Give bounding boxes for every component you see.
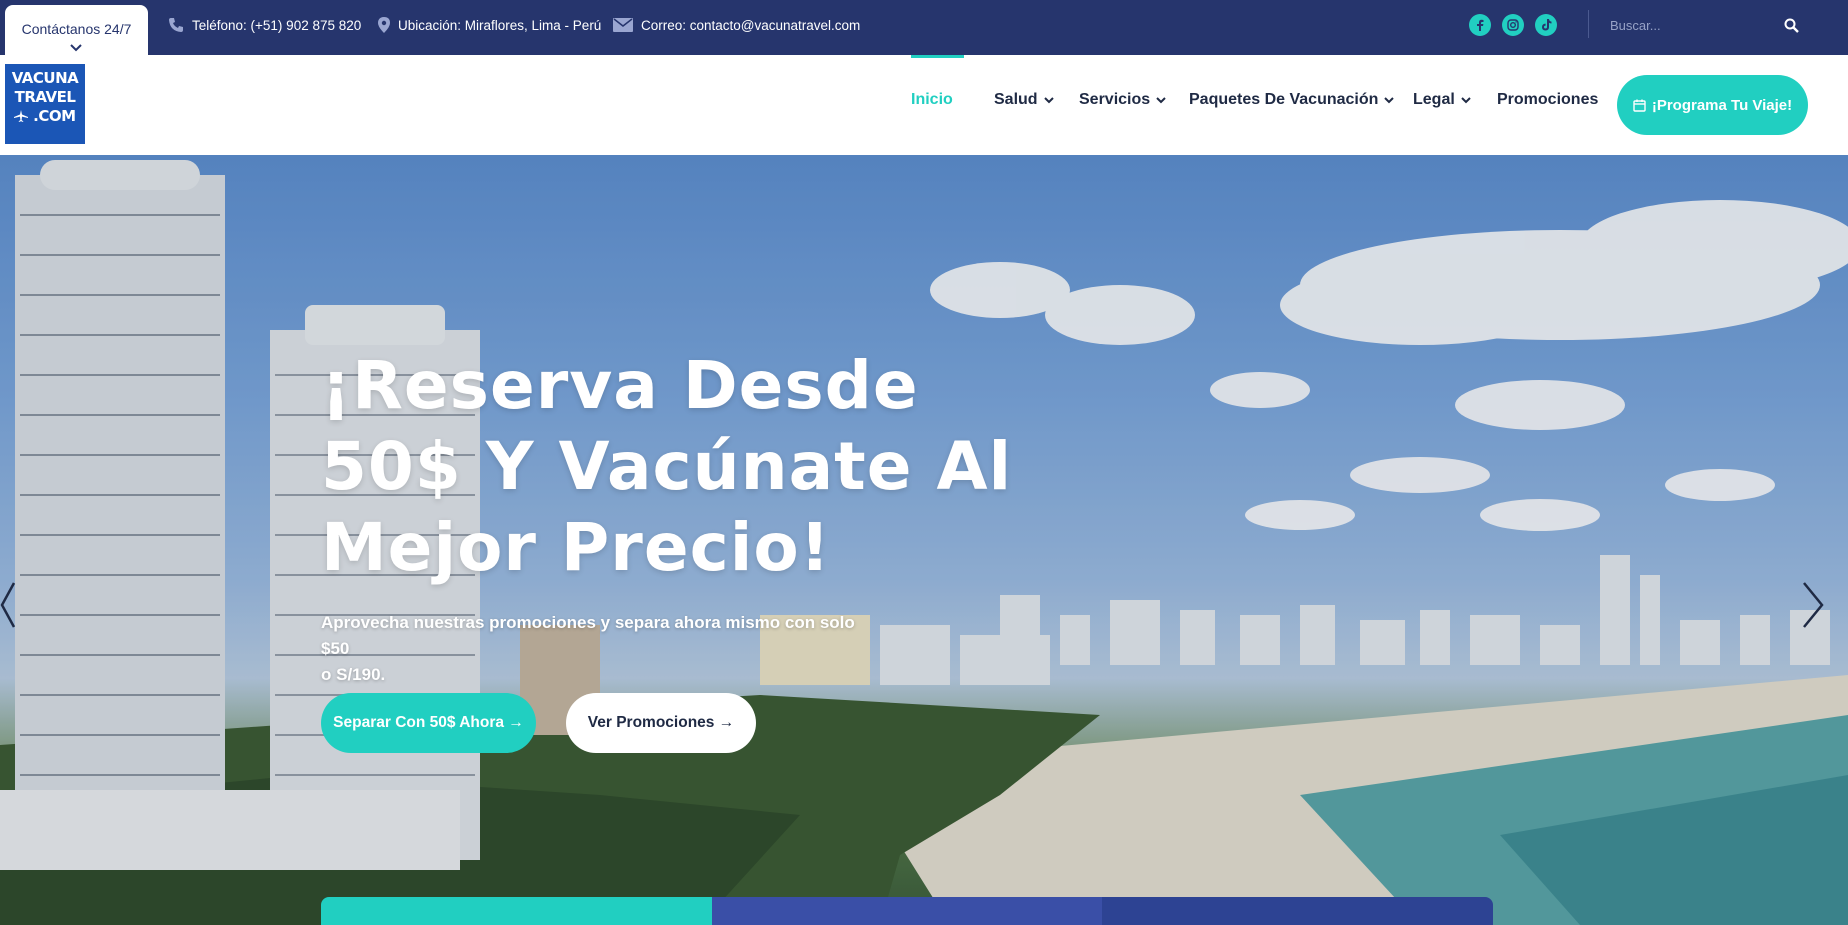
facebook-icon[interactable] xyxy=(1469,14,1491,36)
schedule-trip-label: ¡Programa Tu Viaje! xyxy=(1651,96,1793,114)
feature-tab-3[interactable] xyxy=(1102,897,1493,925)
contact-tab[interactable]: Contáctanos 24/7 xyxy=(5,5,148,55)
nav-item-servicios[interactable]: Servicios xyxy=(1079,91,1166,109)
nav-item-label: Salud xyxy=(994,91,1038,108)
nav-item-inicio[interactable]: Inicio xyxy=(911,91,953,109)
nav-item-label: Paquetes De Vacunación xyxy=(1189,91,1379,108)
hero-subtitle-line: Aprovecha nuestras promociones y separa … xyxy=(321,613,855,658)
hero-title-line: Mejor Precio! xyxy=(321,509,831,586)
email-info[interactable]: Correo: contacto@vacunatravel.com xyxy=(613,0,860,50)
tiktok-icon[interactable] xyxy=(1535,14,1557,36)
nav-item-legal[interactable]: Legal xyxy=(1413,91,1471,109)
hero-title: ¡Reserva Desde 50$ Y Vacúnate Al Mejor P… xyxy=(321,345,1021,588)
envelope-icon xyxy=(613,18,633,32)
reserve-button[interactable]: Separar Con 50$ Ahora → xyxy=(321,693,536,753)
site-logo[interactable]: VACUNA TRAVEL .COM xyxy=(5,64,85,144)
hero-slider: ¡Reserva Desde 50$ Y Vacúnate Al Mejor P… xyxy=(0,155,1848,925)
hero-title-line: 50$ Y Vacúnate Al xyxy=(321,428,1013,505)
nav-item-label: Servicios xyxy=(1079,91,1151,108)
nav-item-salud[interactable]: Salud xyxy=(994,91,1054,109)
search-input[interactable] xyxy=(1610,12,1770,38)
search-button[interactable] xyxy=(1780,14,1802,36)
slider-prev-arrow-icon[interactable] xyxy=(0,575,16,635)
chevron-down-icon xyxy=(1461,96,1471,103)
search-icon xyxy=(1784,18,1799,33)
chevron-down-icon xyxy=(1384,96,1395,103)
email-text: Correo: contacto@vacunatravel.com xyxy=(641,17,861,33)
chevron-down-icon xyxy=(70,44,82,52)
logo-line-3-text: .COM xyxy=(33,107,76,125)
feature-tabs-strip xyxy=(321,897,1493,925)
location-text: Ubicación: Miraflores, Lima - Perú xyxy=(398,17,602,33)
logo-line-1: VACUNA xyxy=(11,69,79,87)
nav-item-label: Promociones xyxy=(1497,91,1599,108)
hero-subtitle-line: o S/190. xyxy=(321,665,386,684)
schedule-trip-button[interactable]: ¡Programa Tu Viaje! xyxy=(1617,75,1808,135)
hero-title-line: ¡Reserva Desde xyxy=(321,347,919,424)
contact-tab-label: Contáctanos 24/7 xyxy=(21,21,132,37)
feature-tab-1[interactable] xyxy=(321,897,712,925)
nav-item-label: Inicio xyxy=(911,91,953,108)
instagram-icon[interactable] xyxy=(1502,14,1524,36)
airplane-icon xyxy=(14,110,29,122)
location-info: Ubicación: Miraflores, Lima - Perú xyxy=(378,0,601,50)
chevron-down-icon xyxy=(1043,96,1054,103)
active-indicator xyxy=(911,55,964,58)
logo-line-3: .COM xyxy=(5,107,85,126)
phone-text: Teléfono: (+51) 902 875 820 xyxy=(192,17,362,33)
location-pin-icon xyxy=(378,17,390,33)
see-promotions-button[interactable]: Ver Promociones → xyxy=(566,693,756,753)
topbar-divider xyxy=(1588,10,1589,38)
chevron-down-icon xyxy=(1156,96,1166,103)
logo-line-2: TRAVEL xyxy=(14,88,76,106)
nav-item-paquetes[interactable]: Paquetes De Vacunación xyxy=(1189,91,1395,109)
slider-next-arrow-icon[interactable] xyxy=(1798,575,1828,635)
calendar-icon xyxy=(1633,99,1646,112)
phone-icon xyxy=(169,18,183,32)
phone-info: Teléfono: (+51) 902 875 820 xyxy=(168,0,361,50)
hero-subtitle: Aprovecha nuestras promociones y separa … xyxy=(321,610,881,688)
main-navbar: VACUNA TRAVEL .COM Inicio Salud Servicio… xyxy=(0,55,1848,155)
nav-item-promociones[interactable]: Promociones xyxy=(1497,91,1598,109)
top-bar: Contáctanos 24/7 Teléfono: (+51) 902 875… xyxy=(0,0,1848,55)
feature-tab-2[interactable] xyxy=(711,897,1103,925)
nav-item-label: Legal xyxy=(1413,91,1455,108)
